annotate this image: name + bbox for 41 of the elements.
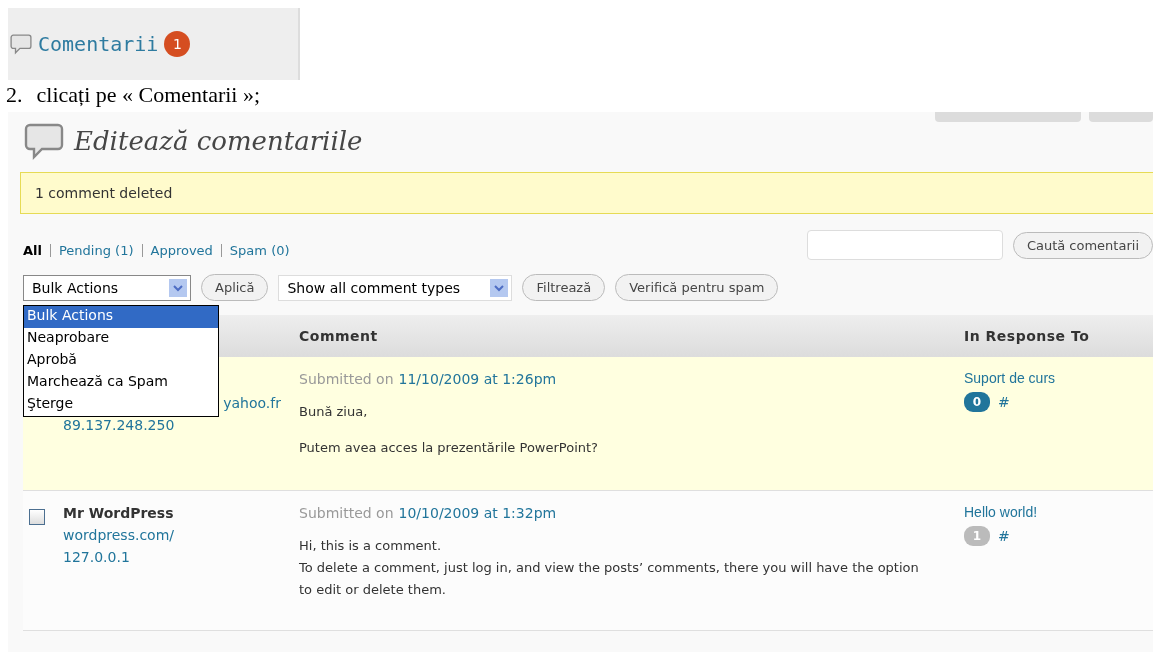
filter-link[interactable]: Spam (0) xyxy=(229,243,290,258)
apply-button[interactable]: Aplică xyxy=(201,274,269,301)
filter-link[interactable]: Approved xyxy=(150,243,213,258)
post-link[interactable]: Hello world! xyxy=(964,504,1153,520)
comment-text: Putem avea acces la prezentările PowerPoint? xyxy=(299,439,599,457)
filter-link[interactable]: All xyxy=(23,243,42,258)
comments-menu-link[interactable]: Comentarii xyxy=(38,32,159,56)
comment-count-bubble[interactable]: 0 xyxy=(964,392,990,412)
comment-text: Bună ziua, xyxy=(299,403,369,421)
submitted-label: Submitted on xyxy=(299,505,394,521)
author-link[interactable]: 127.0.0.1 xyxy=(63,549,130,565)
date-link[interactable]: 10/10/2009 at 1:32pm xyxy=(398,505,557,521)
count-badge: 1 xyxy=(164,31,191,57)
column-header: In Response To xyxy=(964,328,1091,344)
post-link[interactable]: Suport de curs xyxy=(964,370,1153,386)
column-header: Comment xyxy=(299,328,379,344)
submitted-label: Submitted on xyxy=(299,371,394,387)
bulk-actions-select[interactable]: Bulk Actions xyxy=(23,274,191,301)
author-link[interactable]: wordpress.com/ xyxy=(63,527,174,543)
author-link[interactable]: 89.137.248.250 xyxy=(63,417,175,433)
page-title: Editează comentariile xyxy=(74,126,363,156)
date-link[interactable]: 11/10/2009 at 1:26pm xyxy=(398,371,557,387)
author-name: Mr WordPress xyxy=(63,505,174,521)
notice-message: 1 comment deleted xyxy=(20,172,1153,214)
instruction-text: clicați pe « Comentarii »; xyxy=(36,82,261,109)
dropdown-caret-icon[interactable] xyxy=(490,278,509,297)
comment-type-select[interactable]: Show all comment types xyxy=(278,274,513,301)
dropdown-option[interactable]: Bulk Actions xyxy=(24,306,218,328)
row-checkbox[interactable] xyxy=(29,509,45,525)
search-field[interactable] xyxy=(806,230,1003,260)
comment-text: Hi, this is a comment. To delete a comment, just log in, and view the posts’ comments, there you will have the option to edit or delete them. xyxy=(299,537,919,599)
search-button[interactable]: Caută comentarii xyxy=(1012,231,1153,259)
comment-bubble-icon xyxy=(24,121,64,161)
author-link[interactable]: yahoo.fr xyxy=(223,395,281,411)
check-spam-button[interactable]: Verifică pentru spam xyxy=(615,274,779,301)
filter-link[interactable]: Pending (1) xyxy=(59,243,134,258)
permalink[interactable]: # xyxy=(998,528,1010,544)
filter-button[interactable]: Filtrează xyxy=(522,274,606,301)
permalink[interactable]: # xyxy=(998,394,1010,410)
dropdown-caret-icon[interactable] xyxy=(169,278,187,297)
step-number: 2. xyxy=(6,82,23,109)
